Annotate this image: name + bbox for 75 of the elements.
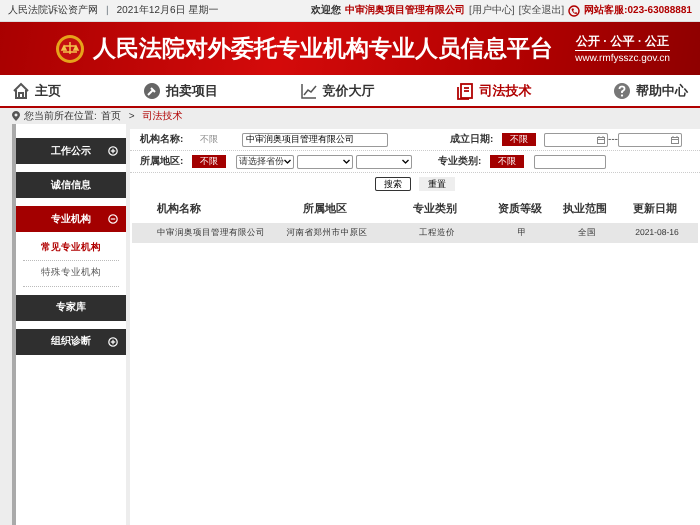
welcome-text: 欢迎您 <box>311 3 342 18</box>
column-header: 执业范围 <box>562 202 608 217</box>
date-text: 2021年12月6日 星期一 <box>116 4 218 18</box>
search-button[interactable]: 搜索 <box>375 177 411 191</box>
table-cell-text: 河南省郑州市中原区 <box>286 226 368 239</box>
column-header: 更新日期 <box>632 202 678 217</box>
dropdown[interactable]: 请选择省份 <box>236 154 294 168</box>
any-option[interactable]: 不限 <box>490 155 524 168</box>
collapse-icon <box>108 214 118 224</box>
date-separator: --- <box>608 133 618 147</box>
date-field[interactable] <box>618 132 682 146</box>
header-link[interactable]: [安全退出] <box>518 3 564 18</box>
emblem-icon <box>55 34 85 64</box>
nav-tab[interactable]: 主页 <box>12 80 61 100</box>
separator-text: | <box>106 4 109 18</box>
breadcrumb-label: 您当前所在位置: <box>24 110 97 124</box>
filter-label: 机构名称: <box>140 132 184 147</box>
calendar-icon <box>671 136 679 144</box>
sidebar-item[interactable]: 组织诊断 <box>16 328 126 354</box>
column-header: 机构名称 <box>156 202 202 217</box>
gavel-icon <box>142 82 161 100</box>
document-icon <box>456 82 474 100</box>
table-row[interactable]: 中审润奥项目管理有限公司 河南省郑州市中原区 工程造价 甲 全国 2021-08-16 <box>132 222 698 242</box>
sidebar-item[interactable]: 专家库 <box>16 294 126 320</box>
sidebar-subitem[interactable]: 常见专业机构 <box>23 236 119 262</box>
slogan-text: 公开 · 公平 · 公正 <box>575 32 670 50</box>
breadcrumb-link[interactable]: 首页 <box>100 108 121 124</box>
sidebar-subitem[interactable]: 特殊专业机构 <box>23 261 119 286</box>
chart-icon <box>300 82 318 100</box>
site-link[interactable]: 人民法院诉讼资产网 <box>8 3 98 18</box>
location-icon <box>12 111 20 121</box>
caret-icon <box>343 159 350 164</box>
site-url: www.rmfysszc.gov.cn <box>575 52 670 66</box>
expand-icon <box>108 146 118 156</box>
nav-tab[interactable]: 竞价大厅 <box>300 80 374 100</box>
nav-tab[interactable]: 拍卖项目 <box>142 80 218 100</box>
column-header: 专业类别 <box>412 202 458 217</box>
home-icon <box>12 82 30 100</box>
breadcrumb-link[interactable]: 司法技术 <box>142 108 183 124</box>
sidebar-item[interactable]: 专业机构 <box>16 206 126 232</box>
header-link[interactable]: [用户中心] <box>469 3 515 18</box>
table-cell-text: 工程造价 <box>418 226 456 239</box>
hotline-text: 网站客服:023-63088881 <box>584 3 692 18</box>
breadcrumb-separator: > <box>128 110 135 124</box>
filter-label: 所属地区: <box>140 154 184 169</box>
name-input[interactable]: 中审润奥项目管理有限公司 <box>242 132 388 146</box>
expand-icon <box>108 336 118 346</box>
table-cell-text: 甲 <box>516 226 528 239</box>
filter-label: 成立日期: <box>450 132 494 147</box>
dropdown-value: 请选择省份 <box>239 154 284 168</box>
banner-title: 人民法院对外委托专业机构专业人员信息平台 <box>93 34 553 64</box>
table-cell-text: 2021-08-16 <box>634 226 680 239</box>
nav-tab[interactable]: 司法技术 <box>456 80 532 100</box>
dropdown[interactable] <box>356 154 412 168</box>
date-field[interactable] <box>544 132 608 146</box>
caret-icon <box>402 159 409 164</box>
calendar-icon <box>597 136 605 144</box>
sidebar-item[interactable]: 诚信信息 <box>16 172 126 198</box>
any-option[interactable]: 不限 <box>192 155 226 168</box>
column-header: 资质等级 <box>497 202 543 217</box>
sidebar-item[interactable]: 工作公示 <box>16 138 126 164</box>
help-icon <box>613 82 631 100</box>
dropdown[interactable] <box>297 154 353 168</box>
column-header: 所属地区 <box>302 202 348 217</box>
category-input[interactable] <box>534 154 606 168</box>
nav-tab[interactable]: 帮助中心 <box>613 80 688 100</box>
table-cell-text: 全国 <box>577 226 597 239</box>
phone-icon <box>568 4 580 16</box>
any-option[interactable]: 不限 <box>502 133 536 146</box>
any-option[interactable]: 不限 <box>192 133 226 146</box>
filter-label: 专业类别: <box>438 154 482 169</box>
reset-button[interactable]: 重置 <box>419 177 455 191</box>
caret-icon <box>284 159 291 164</box>
table-cell-text: 中审润奥项目管理有限公司 <box>156 226 266 239</box>
user-link[interactable]: 中审润奥项目管理有限公司 <box>345 3 466 18</box>
